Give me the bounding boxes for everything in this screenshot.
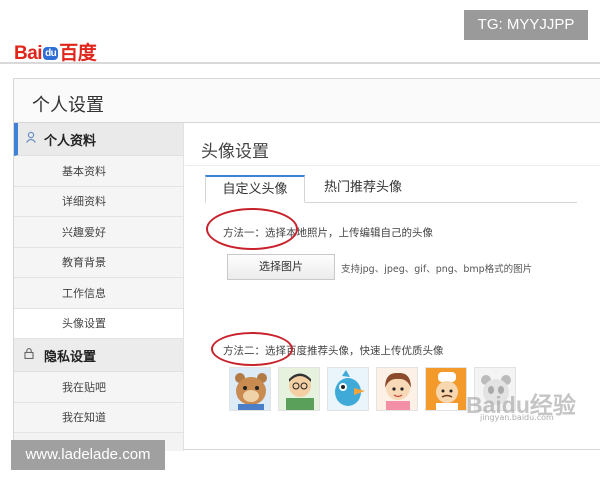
lock-icon <box>14 347 44 363</box>
section-title: 头像设置 <box>201 142 269 162</box>
section-divider <box>185 165 600 166</box>
logo-text-bai: Bai <box>14 43 43 64</box>
sidebar: 个人资料 基本资料 详细资料 兴趣爱好 教育背景 工作信息 头像设置 隐私设置 … <box>14 123 184 451</box>
baidu-logo[interactable]: Bai du 百度 <box>14 38 97 65</box>
sidebar-item-zhidao[interactable]: 我在知道 <box>14 402 183 433</box>
bear-avatar[interactable] <box>229 367 271 411</box>
annotation-circle-method-one <box>206 208 298 250</box>
header-divider <box>0 62 600 64</box>
sidebar-item-work[interactable]: 工作信息 <box>14 278 183 309</box>
cartoon-boy-avatar[interactable] <box>278 367 320 411</box>
annotation-circle-method-two <box>211 332 293 366</box>
sidebar-group-privacy-label: 隐私设置 <box>44 349 97 365</box>
baidu-jingyan-watermark: Baidu经验 jingyan.baidu.com <box>462 386 578 426</box>
sidebar-item-interests[interactable]: 兴趣爱好 <box>14 217 183 248</box>
logo-paw-du: du <box>43 47 59 60</box>
tab-recommended-avatar[interactable]: 热门推荐头像 <box>317 175 409 203</box>
supported-formats-text: 支持jpg、jpeg、gif、png、bmp格式的图片 <box>341 264 533 275</box>
sidebar-item-detail[interactable]: 详细资料 <box>14 186 183 217</box>
panel-header: 个人设置 <box>14 79 600 123</box>
site-watermark: www.ladelade.com <box>11 440 165 470</box>
baidu-jingyan-url: jingyan.baidu.com <box>480 413 554 422</box>
person-icon <box>18 131 44 147</box>
select-image-button[interactable]: 选择图片 <box>227 254 335 280</box>
girl-avatar[interactable] <box>376 367 418 411</box>
sidebar-group-profile-label: 个人资料 <box>44 133 97 149</box>
sidebar-item-basic[interactable]: 基本资料 <box>14 156 183 187</box>
sidebar-group-privacy[interactable]: 隐私设置 <box>14 339 183 372</box>
sidebar-item-education[interactable]: 教育背景 <box>14 247 183 278</box>
sidebar-group-profile[interactable]: 个人资料 <box>14 123 183 156</box>
tab-custom-avatar[interactable]: 自定义头像 <box>205 175 305 203</box>
chef-avatar[interactable] <box>425 367 467 411</box>
blue-bird-avatar[interactable] <box>327 367 369 411</box>
sidebar-item-tieba[interactable]: 我在贴吧 <box>14 372 183 403</box>
page-title: 个人设置 <box>32 95 104 116</box>
avatar-tabs: 自定义头像 热门推荐头像 <box>205 175 577 203</box>
sidebar-item-avatar[interactable]: 头像设置 <box>14 308 183 339</box>
logo-text-baidu-cn: 百度 <box>59 43 97 64</box>
tg-watermark: TG: MYYJJPP <box>464 10 588 40</box>
